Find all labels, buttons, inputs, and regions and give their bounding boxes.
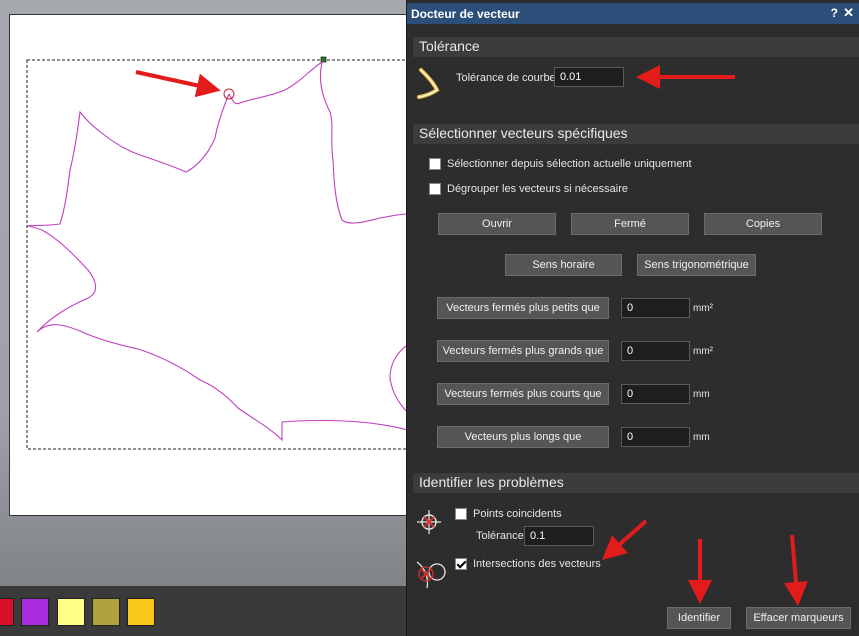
color-palette <box>0 586 407 636</box>
closed-larger-than-button[interactable]: Vecteurs fermés plus grands que <box>437 340 609 362</box>
section-identify-problems-title: Identifier les problèmes <box>419 474 564 490</box>
closed-smaller-than-unit: mm² <box>693 303 713 314</box>
closed-shorter-than-button[interactable]: Vecteurs fermés plus courts que <box>437 383 609 405</box>
section-select-specific-title: Sélectionner vecteurs spécifiques <box>419 125 628 141</box>
dialog-titlebar[interactable]: Docteur de vecteur ? ✕ <box>407 3 859 24</box>
closed-smaller-than-input[interactable] <box>621 298 690 318</box>
vector-doctor-panel: Docteur de vecteur ? ✕ Tolérance Toléran… <box>406 0 859 636</box>
closed-shorter-than-unit: mm <box>693 389 710 400</box>
ungroup-checkbox[interactable] <box>429 183 441 195</box>
curve-tolerance-label: Tolérance de courbe <box>456 72 556 84</box>
selection-box <box>26 59 407 450</box>
vector-intersections-checkbox[interactable] <box>455 558 467 570</box>
palette-swatch-olive[interactable] <box>92 598 120 626</box>
closed-smaller-than-button[interactable]: Vecteurs fermés plus petits que <box>437 297 609 319</box>
identify-button[interactable]: Identifier <box>667 607 731 629</box>
vector-path[interactable] <box>26 60 407 442</box>
section-tolerance[interactable]: Tolérance <box>413 37 859 57</box>
ungroup-label: Dégrouper les vecteurs si nécessaire <box>447 183 628 195</box>
palette-swatch-red[interactable] <box>0 598 14 626</box>
coincident-tolerance-input[interactable] <box>524 526 594 546</box>
vector-artwork[interactable] <box>0 0 407 590</box>
dialog-title: Docteur de vecteur <box>411 7 520 21</box>
current-selection-label: Sélectionner depuis sélection actuelle u… <box>447 158 692 170</box>
current-selection-checkbox[interactable] <box>429 158 441 170</box>
coincident-points-checkbox[interactable] <box>455 508 467 520</box>
closed-vectors-button[interactable]: Fermé <box>571 213 689 235</box>
coincident-points-label: Points coincidents <box>473 508 562 520</box>
curve-tolerance-input[interactable] <box>554 67 624 87</box>
palette-swatch-gold[interactable] <box>127 598 155 626</box>
copies-button[interactable]: Copies <box>704 213 822 235</box>
palette-swatch-purple[interactable] <box>21 598 49 626</box>
closed-larger-than-input[interactable] <box>621 341 690 361</box>
section-identify-problems[interactable]: Identifier les problèmes <box>413 473 859 493</box>
close-button[interactable]: ✕ <box>843 5 854 21</box>
longer-than-button[interactable]: Vecteurs plus longs que <box>437 426 609 448</box>
closed-shorter-than-input[interactable] <box>621 384 690 404</box>
open-vectors-button[interactable]: Ouvrir <box>438 213 556 235</box>
coincident-points-icon <box>417 510 441 534</box>
coincident-tolerance-label: Tolérance <box>476 530 524 542</box>
longer-than-unit: mm <box>693 432 710 443</box>
vector-intersections-icon <box>416 561 446 589</box>
vector-intersections-label: Intersections des vecteurs <box>473 558 601 570</box>
curve-tolerance-icon <box>417 68 440 99</box>
longer-than-input[interactable] <box>621 427 690 447</box>
closed-larger-than-unit: mm² <box>693 346 713 357</box>
palette-swatch-light-yellow[interactable] <box>57 598 85 626</box>
counterclockwise-button[interactable]: Sens trigonométrique <box>637 254 756 276</box>
help-button[interactable]: ? <box>831 6 838 20</box>
section-tolerance-title: Tolérance <box>419 38 480 54</box>
clear-markers-button[interactable]: Effacer marqueurs <box>746 607 851 629</box>
section-select-specific[interactable]: Sélectionner vecteurs spécifiques <box>413 124 859 144</box>
clockwise-button[interactable]: Sens horaire <box>505 254 622 276</box>
selection-handle[interactable] <box>320 56 327 63</box>
